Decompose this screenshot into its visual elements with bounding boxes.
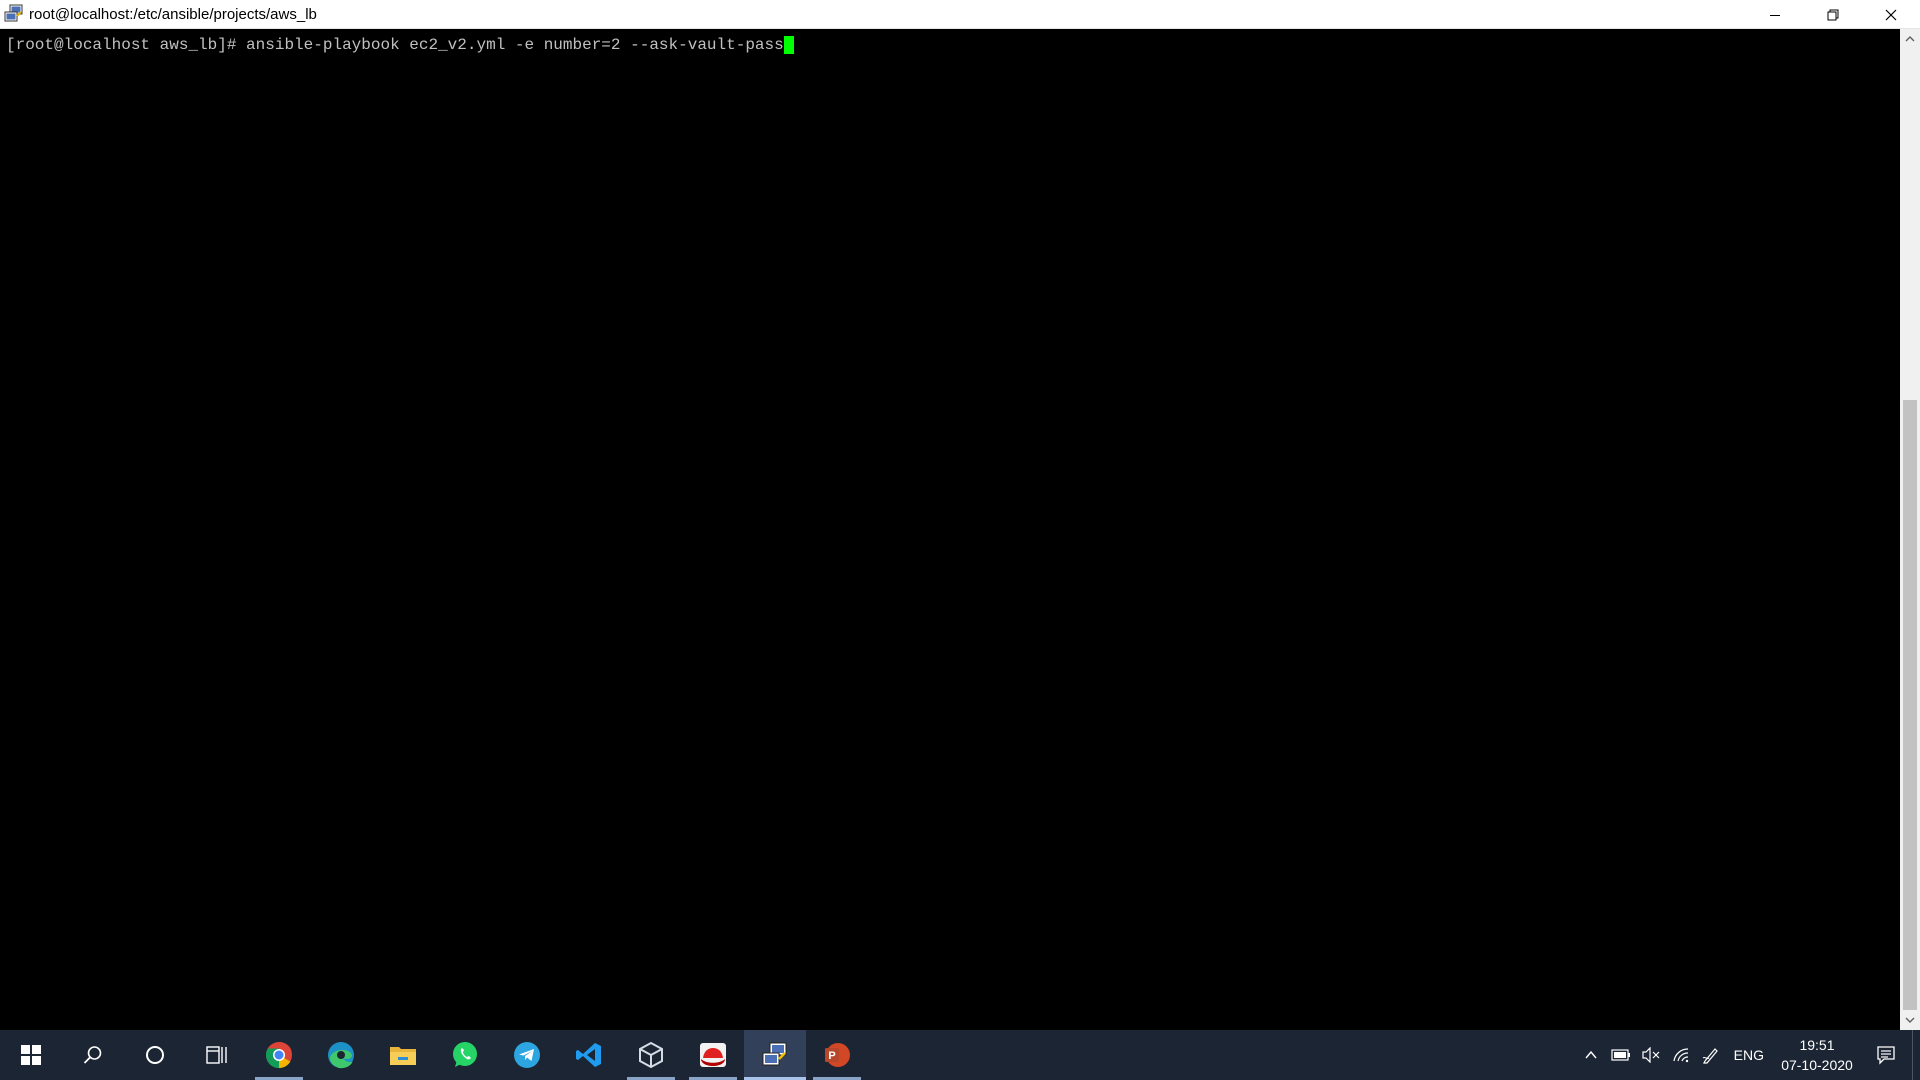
taskbar-virtualbox[interactable]: [620, 1030, 682, 1080]
taskbar-file-explorer[interactable]: [372, 1030, 434, 1080]
clock-time: 19:51: [1799, 1037, 1835, 1053]
whatsapp-icon: [453, 1042, 477, 1067]
search-icon: [83, 1046, 102, 1064]
text-cursor: [783, 36, 794, 54]
scroll-down-button[interactable]: [1900, 1010, 1920, 1030]
restore-icon: [1827, 9, 1839, 20]
window-title: root@localhost:/etc/ansible/projects/aws…: [29, 5, 317, 23]
redhat-icon: [700, 1043, 726, 1067]
task-view-icon: [206, 1046, 227, 1064]
chevron-down-icon: [1905, 1017, 1915, 1023]
cortana-icon: [146, 1046, 164, 1064]
taskbar-edge[interactable]: [310, 1030, 372, 1080]
task-view-button[interactable]: [186, 1030, 248, 1080]
virtualbox-icon: [639, 1041, 663, 1069]
telegram-icon: [514, 1042, 540, 1068]
taskbar-powerpoint[interactable]: P: [806, 1030, 868, 1080]
minimize-button[interactable]: [1746, 0, 1804, 29]
system-clock[interactable]: 19:51 07-10-2020: [1774, 1035, 1860, 1075]
edge-icon: [328, 1042, 354, 1069]
close-button[interactable]: [1862, 0, 1920, 29]
wifi-icon: [1673, 1048, 1688, 1063]
svg-text:P: P: [828, 1050, 835, 1062]
scroll-thumb[interactable]: [1903, 400, 1917, 1010]
powerpoint-icon: P: [825, 1043, 850, 1067]
chrome-icon: [265, 1041, 292, 1069]
chevron-up-icon: [1905, 36, 1915, 42]
chevron-up-icon: [1585, 1050, 1597, 1059]
taskbar-chrome[interactable]: [248, 1030, 310, 1080]
notification-icon: [1877, 1046, 1895, 1065]
taskbar-telegram[interactable]: [496, 1030, 558, 1080]
start-button[interactable]: [0, 1030, 62, 1080]
scroll-up-button[interactable]: [1900, 29, 1920, 49]
terminal-area[interactable]: [root@localhost aws_lb]# ansible-playboo…: [0, 29, 1900, 1030]
system-tray: ENG 19:51 07-10-2020: [1576, 1030, 1920, 1080]
volume-muted-icon: [1642, 1047, 1660, 1063]
taskbar-putty[interactable]: [744, 1030, 806, 1080]
pen-icon: [1702, 1048, 1718, 1064]
show-desktop-button[interactable]: [1912, 1030, 1920, 1080]
terminal-line: [root@localhost aws_lb]# ansible-playboo…: [6, 36, 1900, 54]
shell-prompt: [root@localhost aws_lb]#: [6, 36, 247, 54]
battery-icon: [1611, 1049, 1630, 1061]
battery-status[interactable]: [1606, 1030, 1636, 1080]
clock-date: 07-10-2020: [1781, 1057, 1853, 1073]
minimize-icon: [1770, 14, 1780, 16]
cortana-button[interactable]: [124, 1030, 186, 1080]
input-language-indicator[interactable]: ENG: [1726, 1047, 1774, 1063]
file-explorer-icon: [390, 1047, 416, 1065]
network-status[interactable]: [1666, 1030, 1696, 1080]
taskbar: P ENG 19:51 07-10-2020: [0, 1030, 1920, 1080]
taskbar-vscode[interactable]: [558, 1030, 620, 1080]
vscode-icon: [576, 1043, 601, 1067]
restore-button[interactable]: [1804, 0, 1862, 29]
taskbar-redhat[interactable]: [682, 1030, 744, 1080]
volume-control[interactable]: [1636, 1030, 1666, 1080]
vertical-scrollbar[interactable]: [1900, 29, 1920, 1030]
putty-icon[interactable]: [3, 3, 25, 25]
putty-icon: [762, 1042, 787, 1066]
title-bar[interactable]: root@localhost:/etc/ansible/projects/aws…: [0, 0, 1920, 29]
taskbar-whatsapp[interactable]: [434, 1030, 496, 1080]
action-center-button[interactable]: [1860, 1030, 1912, 1080]
close-icon: [1885, 9, 1897, 20]
windows-start-icon: [21, 1045, 41, 1065]
show-hidden-icons-button[interactable]: [1576, 1030, 1606, 1080]
search-button[interactable]: [62, 1030, 124, 1080]
pen-workspace-button[interactable]: [1696, 1030, 1726, 1080]
typed-command: ansible-playbook ec2_v2.yml -e number=2 …: [246, 36, 784, 54]
